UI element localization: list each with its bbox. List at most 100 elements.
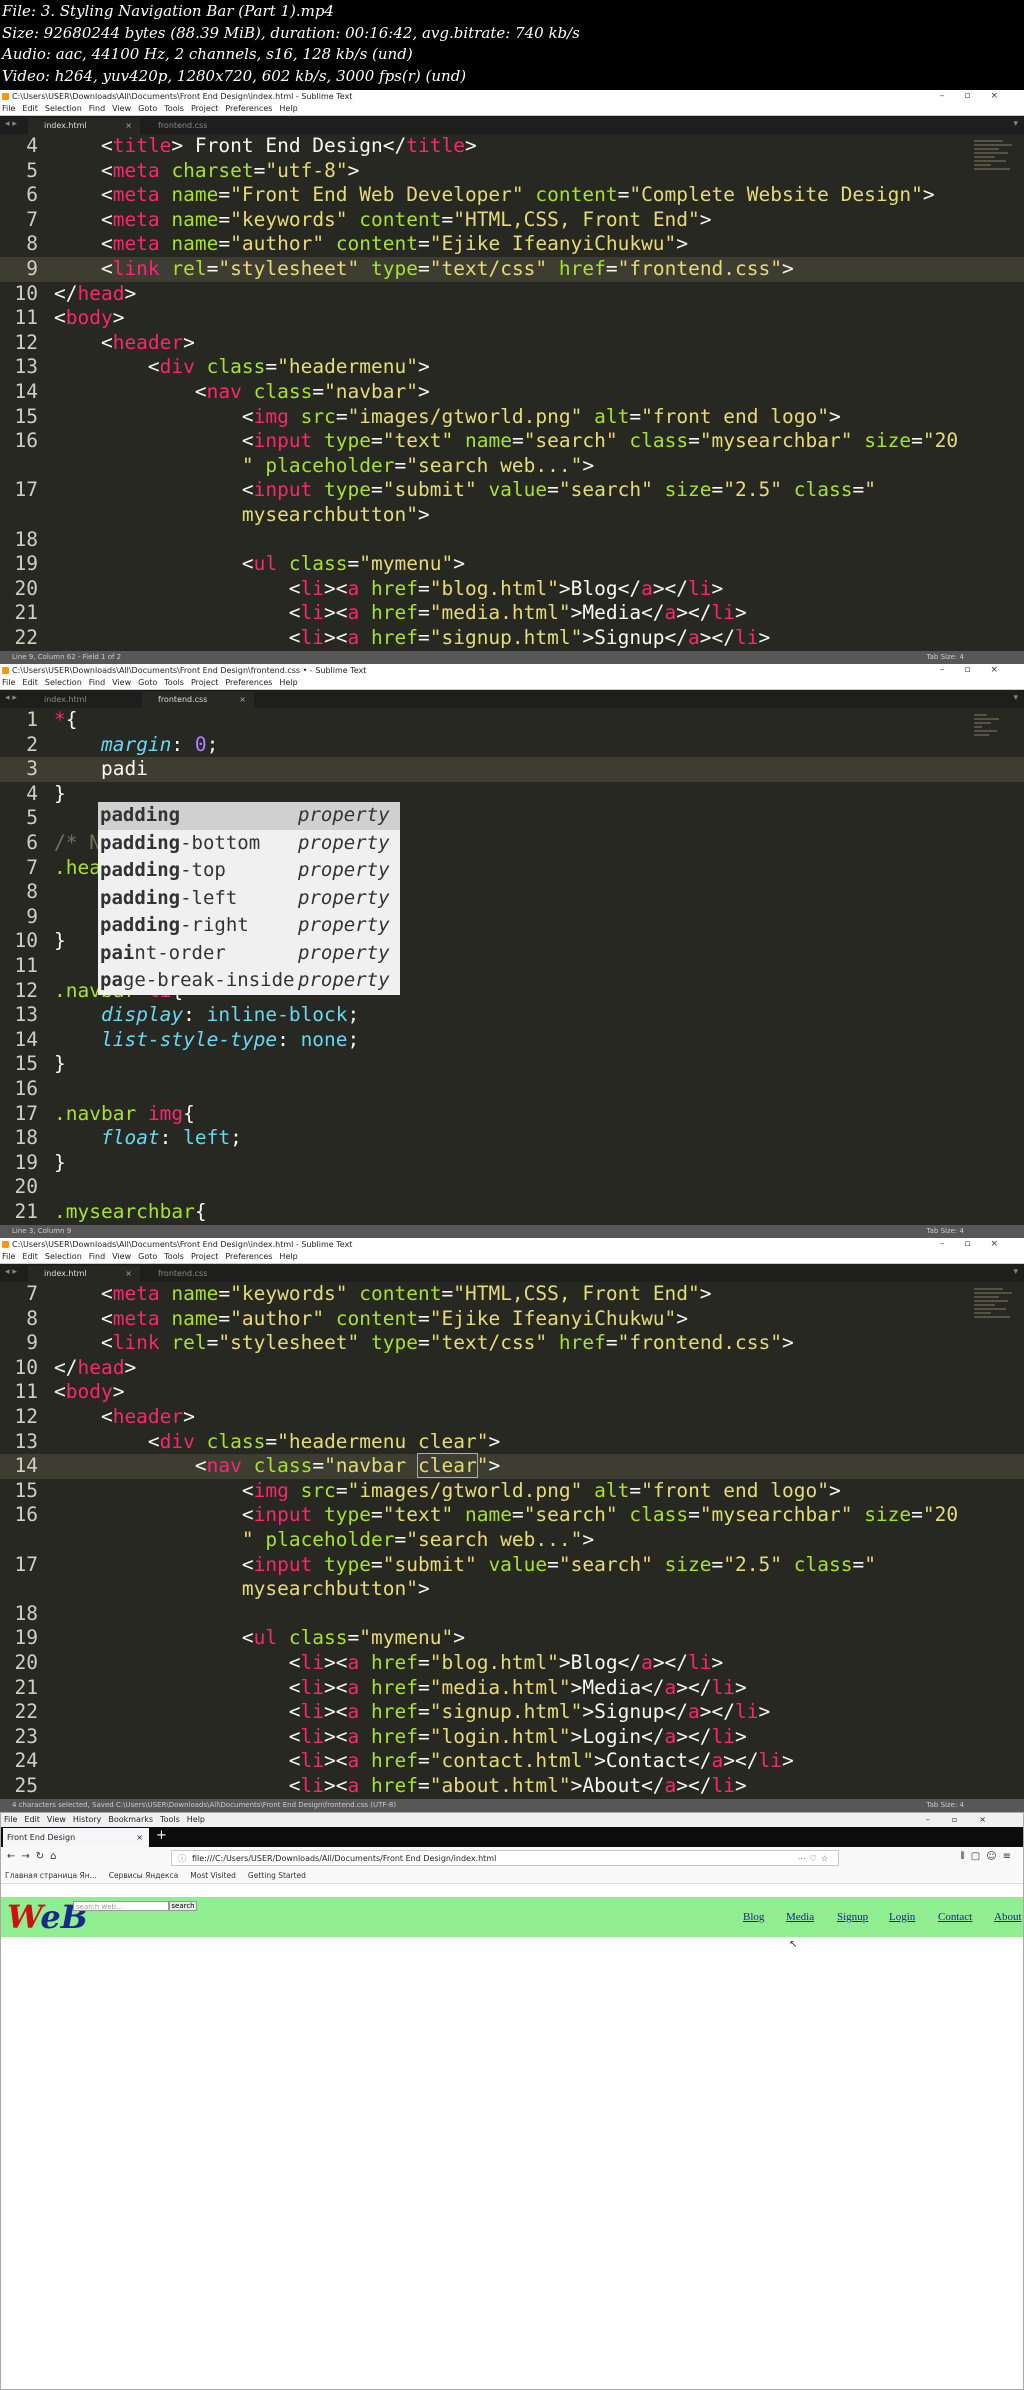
autocomplete-item[interactable]: padding-top property	[98, 857, 400, 885]
menu-view[interactable]: View	[112, 104, 131, 113]
browser-tab-title: Front End Design	[7, 1833, 76, 1842]
browser-tab[interactable]: Front End Design ×	[3, 1828, 149, 1847]
editor-menu-bar: File Edit Selection Find View Goto Tools Projec…	[0, 1251, 1024, 1264]
browser-tab-bar: Front End Design × +	[1, 1827, 1023, 1847]
sublime-window-html-2: C:\Users\USER\Downloads\All\Documents\Fr…	[0, 1238, 1024, 1812]
menu-edit[interactable]: Edit	[22, 678, 38, 687]
tab-scroll-arrows[interactable]: ◂ ▸	[5, 119, 17, 129]
menu-file[interactable]: File	[4, 1815, 17, 1824]
autocomplete-item[interactable]: padding-right property	[98, 912, 400, 940]
close-icon[interactable]: ×	[125, 118, 132, 134]
code-editor[interactable]: 1 *{ 2 margin: 0; 3 padi 4} 5 6/* N 7 .hea…	[0, 708, 1024, 1223]
menu-project[interactable]: Project	[191, 1252, 218, 1261]
url-bar[interactable]: ⓘ file:///C:/Users/USER/Downloads/All/Do…	[171, 1850, 839, 1866]
menu-file[interactable]: File	[2, 104, 15, 113]
nav-link-blog[interactable]: Blog	[743, 1911, 764, 1923]
nav-link-about[interactable]: About	[994, 1911, 1022, 1923]
nav-link-signup[interactable]: Signup	[837, 1911, 868, 1923]
nav-link-media[interactable]: Media	[786, 1911, 814, 1923]
code-line: 13 display: inline-block;	[14, 1003, 360, 1027]
tab-scroll-arrows[interactable]: ◂ ▸	[5, 693, 17, 703]
close-icon[interactable]: ×	[239, 692, 246, 708]
site-search-input[interactable]: search web...	[73, 1901, 169, 1911]
bookmark-item[interactable]: Главная страница Ян...	[5, 1871, 97, 1880]
menu-help[interactable]: Help	[279, 1252, 297, 1261]
tab-frontend-css[interactable]: frontend.css	[142, 1266, 254, 1282]
autocomplete-item[interactable]: page-break-inside property	[98, 967, 400, 995]
menu-tools[interactable]: Tools	[164, 678, 184, 687]
window-controls[interactable]: –▫×	[940, 90, 1018, 103]
status-text: Line 9, Column 62 - Field 1 of 2	[12, 653, 122, 661]
bookmark-item[interactable]: Getting Started	[248, 1871, 306, 1880]
menu-view[interactable]: View	[112, 1252, 131, 1261]
menu-project[interactable]: Project	[191, 104, 218, 113]
menu-find[interactable]: Find	[89, 104, 105, 113]
window-controls[interactable]: –▫×	[926, 1813, 1008, 1827]
toolbar-icons[interactable]: ⫴▢☺≡	[961, 1851, 1017, 1862]
site-search-button[interactable]: search	[169, 1901, 197, 1911]
autocomplete-item[interactable]: padding-left property	[98, 885, 400, 913]
menu-find[interactable]: Find	[89, 1252, 105, 1261]
menu-view[interactable]: View	[112, 678, 131, 687]
tab-frontend-css[interactable]: frontend.css	[142, 118, 254, 134]
tab-frontend-css[interactable]: frontend.css ×	[142, 692, 254, 708]
menu-project[interactable]: Project	[191, 678, 218, 687]
autocomplete-item[interactable]: padding-bottom property	[98, 830, 400, 858]
menu-preferences[interactable]: Preferences	[225, 1252, 272, 1261]
menu-find[interactable]: Find	[89, 678, 105, 687]
menu-help[interactable]: Help	[279, 104, 297, 113]
menu-file[interactable]: File	[2, 1252, 15, 1261]
editor-tab-bar: ◂ ▸ index.html frontend.css × ▾	[0, 690, 1024, 708]
tab-label: index.html	[44, 121, 87, 130]
mouse-cursor-icon: ↖	[789, 1939, 798, 1950]
autocomplete-popup[interactable]: padding property padding-bottom property p…	[98, 802, 400, 995]
menu-tools[interactable]: Tools	[164, 104, 184, 113]
menu-view[interactable]: View	[47, 1815, 66, 1824]
tab-scroll-arrows[interactable]: ◂ ▸	[5, 1267, 17, 1277]
menu-edit[interactable]: Edit	[24, 1815, 40, 1824]
menu-goto[interactable]: Goto	[138, 1252, 157, 1261]
menu-help[interactable]: Help	[187, 1815, 205, 1824]
nav-buttons[interactable]: ←→↻⌂	[7, 1851, 62, 1862]
autocomplete-item[interactable]: padding property	[98, 802, 400, 830]
bookmark-item[interactable]: Most Visited	[190, 1871, 236, 1880]
menu-goto[interactable]: Goto	[138, 678, 157, 687]
tab-size-indicator[interactable]: Tab Size: 4	[927, 651, 964, 664]
code-editor[interactable]: 4 <title> Front End Design</title> 5 <me…	[0, 134, 1024, 649]
menu-selection[interactable]: Selection	[45, 1252, 82, 1261]
close-icon[interactable]: ×	[125, 1266, 132, 1282]
window-controls[interactable]: –▫×	[940, 1238, 1018, 1251]
menu-edit[interactable]: Edit	[22, 1252, 38, 1261]
tab-size-indicator[interactable]: Tab Size: 4	[927, 1225, 964, 1238]
menu-goto[interactable]: Goto	[138, 104, 157, 113]
menu-file[interactable]: File	[2, 678, 15, 687]
menu-preferences[interactable]: Preferences	[225, 678, 272, 687]
menu-edit[interactable]: Edit	[22, 104, 38, 113]
tab-index-html[interactable]: index.html ×	[28, 1266, 140, 1282]
chevron-down-icon[interactable]: ▾	[1013, 1267, 1018, 1277]
close-icon[interactable]: ×	[136, 1828, 143, 1847]
menu-selection[interactable]: Selection	[45, 104, 82, 113]
menu-tools[interactable]: Tools	[160, 1815, 180, 1824]
code-line: 17 <input type="submit" value="search" s…	[14, 478, 876, 502]
menu-preferences[interactable]: Preferences	[225, 104, 272, 113]
menu-help[interactable]: Help	[279, 678, 297, 687]
page-actions-icon[interactable]: ⋯♡☆	[798, 1851, 832, 1867]
menu-tools[interactable]: Tools	[164, 1252, 184, 1261]
menu-selection[interactable]: Selection	[45, 678, 82, 687]
autocomplete-item[interactable]: paint-order property	[98, 940, 400, 968]
code-editor[interactable]: 7 <meta name="keywords" content="HTML,CS…	[0, 1282, 1024, 1797]
menu-history[interactable]: History	[73, 1815, 101, 1824]
chevron-down-icon[interactable]: ▾	[1013, 693, 1018, 703]
info-icon[interactable]: ⓘ	[178, 1851, 186, 1867]
tab-index-html[interactable]: index.html	[28, 692, 140, 708]
window-controls[interactable]: –▫×	[940, 664, 1018, 677]
nav-link-contact[interactable]: Contact	[938, 1911, 972, 1923]
chevron-down-icon[interactable]: ▾	[1013, 119, 1018, 129]
menu-bookmarks[interactable]: Bookmarks	[108, 1815, 153, 1824]
nav-link-login[interactable]: Login	[889, 1911, 915, 1923]
tab-index-html[interactable]: index.html ×	[28, 118, 140, 134]
tab-size-indicator[interactable]: Tab Size: 4	[927, 1799, 964, 1812]
bookmark-item[interactable]: Сервисы Яндекса	[109, 1871, 179, 1880]
new-tab-icon[interactable]: +	[156, 1828, 167, 1843]
